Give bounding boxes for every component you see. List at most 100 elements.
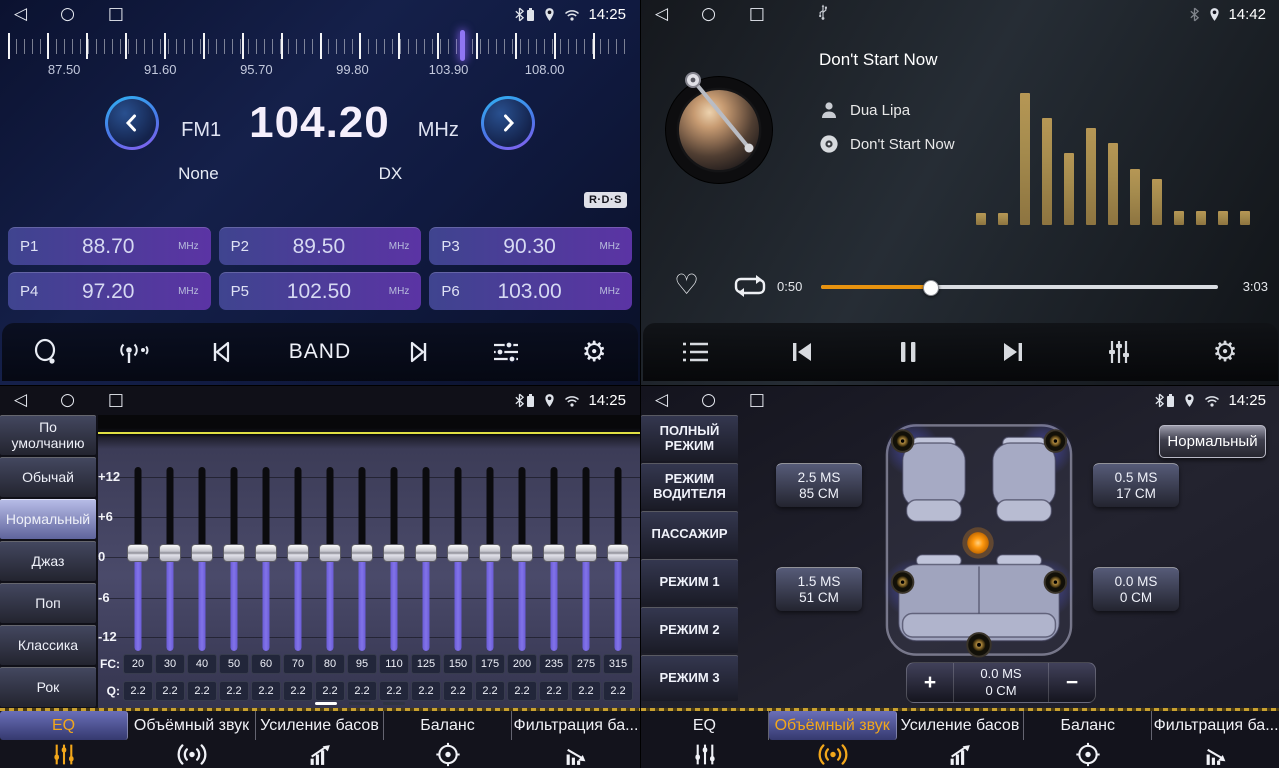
broadcast-icon[interactable] xyxy=(113,337,153,367)
recents-icon[interactable]: □ xyxy=(749,392,765,409)
tab-filter[interactable]: Фильтрация ба... xyxy=(512,711,640,768)
preset-button[interactable]: P289.50MHz xyxy=(219,227,422,265)
balance-icon[interactable] xyxy=(1024,740,1152,768)
tab-label[interactable]: Усиление басов xyxy=(897,711,1025,740)
back-icon[interactable]: ◁ xyxy=(14,392,27,409)
page-dot[interactable] xyxy=(349,702,371,705)
tab-eq[interactable]: EQ xyxy=(641,711,769,768)
surround-icon[interactable] xyxy=(769,740,897,768)
mode-item[interactable]: ПАССАЖИР xyxy=(641,511,738,557)
eq-band-slider[interactable] xyxy=(538,461,570,661)
eq-preset-item[interactable]: Поп xyxy=(0,583,96,623)
mode-item[interactable]: РЕЖИМ 2 xyxy=(641,607,738,653)
album-art[interactable] xyxy=(665,76,773,184)
slider-thumb[interactable] xyxy=(383,544,405,562)
preset-button[interactable]: P390.30MHz xyxy=(429,227,632,265)
eq-preset-item[interactable]: По умолчанию xyxy=(0,415,96,455)
filter-icon[interactable] xyxy=(512,740,640,768)
slider-thumb[interactable] xyxy=(447,544,469,562)
preset-button[interactable]: P497.20MHz xyxy=(8,272,211,310)
slider-thumb[interactable] xyxy=(543,544,565,562)
slider-thumb[interactable] xyxy=(479,544,501,562)
slider-thumb[interactable] xyxy=(159,544,181,562)
settings-icon[interactable]: ⚙ xyxy=(574,338,614,366)
tab-bass-boost[interactable]: Усиление басов xyxy=(256,711,384,768)
eq-band-slider[interactable] xyxy=(602,461,634,661)
progress-bar[interactable] xyxy=(821,285,1218,289)
tab-label[interactable]: Объёмный звук xyxy=(128,711,256,740)
eq-band-slider[interactable] xyxy=(570,461,602,661)
eq-icon[interactable] xyxy=(641,740,769,768)
tab-surround[interactable]: Объёмный звук xyxy=(128,711,256,768)
eq-band-slider[interactable] xyxy=(122,461,154,661)
progress-thumb[interactable] xyxy=(923,280,939,296)
eq-preset-item[interactable]: Обычай xyxy=(0,457,96,497)
mode-item[interactable]: РЕЖИМ ВОДИТЕЛЯ xyxy=(641,463,738,509)
slider-thumb[interactable] xyxy=(351,544,373,562)
eq-band-slider[interactable] xyxy=(314,461,346,661)
bass-boost-icon[interactable] xyxy=(256,740,384,768)
recents-icon[interactable]: □ xyxy=(108,6,124,23)
seek-down-button[interactable] xyxy=(105,96,159,150)
home-icon[interactable]: ○ xyxy=(701,392,716,409)
eq-band-slider[interactable] xyxy=(442,461,474,661)
eq-band-slider[interactable] xyxy=(218,461,250,661)
eq-band-slider[interactable] xyxy=(250,461,282,661)
playlist-icon[interactable] xyxy=(676,339,716,365)
eq-band-slider[interactable] xyxy=(186,461,218,661)
tab-label[interactable]: Усиление басов xyxy=(256,711,384,740)
slider-thumb[interactable] xyxy=(415,544,437,562)
slider-thumb[interactable] xyxy=(223,544,245,562)
previous-icon[interactable] xyxy=(201,338,241,366)
eq-band-slider[interactable] xyxy=(410,461,442,661)
home-icon[interactable]: ○ xyxy=(60,6,75,23)
equalizer-icon[interactable] xyxy=(1099,337,1139,367)
back-icon[interactable]: ◁ xyxy=(14,6,27,23)
speaker-delay-button[interactable]: 1.5 MS51 CM xyxy=(776,567,862,611)
mode-item[interactable]: ПОЛНЫЙ РЕЖИМ xyxy=(641,415,738,461)
favorite-icon[interactable]: ♡ xyxy=(674,268,699,301)
eq-band-slider[interactable] xyxy=(378,461,410,661)
recents-icon[interactable]: □ xyxy=(108,392,124,409)
tab-label[interactable]: Объёмный звук xyxy=(769,711,897,740)
band-button[interactable]: BAND xyxy=(289,340,351,364)
tab-label[interactable]: EQ xyxy=(0,711,128,740)
tab-label[interactable]: Фильтрация ба... xyxy=(512,711,640,740)
back-icon[interactable]: ◁ xyxy=(655,6,668,23)
slider-thumb[interactable] xyxy=(607,544,629,562)
speaker-delay-button[interactable]: 0.0 MS0 CM xyxy=(1093,567,1179,611)
page-dot[interactable] xyxy=(315,702,337,705)
profile-button[interactable]: Нормальный xyxy=(1159,425,1266,458)
tune-icon[interactable] xyxy=(486,337,526,367)
eq-icon[interactable] xyxy=(0,740,128,768)
tab-eq[interactable]: EQ xyxy=(0,711,128,768)
pause-icon[interactable] xyxy=(888,338,928,366)
increase-button[interactable]: + xyxy=(907,663,953,702)
frequency-dial[interactable]: 87.5091.6095.7099.80103.90108.00 xyxy=(8,33,632,79)
speaker-delay-button[interactable]: 0.5 MS17 CM xyxy=(1093,463,1179,507)
home-icon[interactable]: ○ xyxy=(60,392,75,409)
speaker-delay-button[interactable]: 2.5 MS85 CM xyxy=(776,463,862,507)
tab-label[interactable]: Баланс xyxy=(384,711,512,740)
preset-button[interactable]: P6103.00MHz xyxy=(429,272,632,310)
mode-item[interactable]: РЕЖИМ 1 xyxy=(641,559,738,605)
filter-icon[interactable] xyxy=(1152,740,1279,768)
slider-thumb[interactable] xyxy=(191,544,213,562)
bass-boost-icon[interactable] xyxy=(897,740,1025,768)
tab-surround[interactable]: Объёмный звук xyxy=(769,711,897,768)
car-cabin-map[interactable] xyxy=(883,420,1075,660)
surround-icon[interactable] xyxy=(128,740,256,768)
eq-preset-item[interactable]: Классика xyxy=(0,625,96,665)
slider-thumb[interactable] xyxy=(255,544,277,562)
tab-label[interactable]: Баланс xyxy=(1024,711,1152,740)
eq-band-slider[interactable] xyxy=(282,461,314,661)
decrease-button[interactable]: − xyxy=(1049,663,1095,702)
page-dot[interactable] xyxy=(383,702,405,705)
tab-balance[interactable]: Баланс xyxy=(1024,711,1152,768)
eq-band-slider[interactable] xyxy=(474,461,506,661)
eq-preset-item[interactable]: Нормальный xyxy=(0,499,96,539)
home-icon[interactable]: ○ xyxy=(701,6,716,23)
slider-thumb[interactable] xyxy=(319,544,341,562)
prev-filled-icon[interactable] xyxy=(782,338,822,366)
eq-band-slider[interactable] xyxy=(154,461,186,661)
